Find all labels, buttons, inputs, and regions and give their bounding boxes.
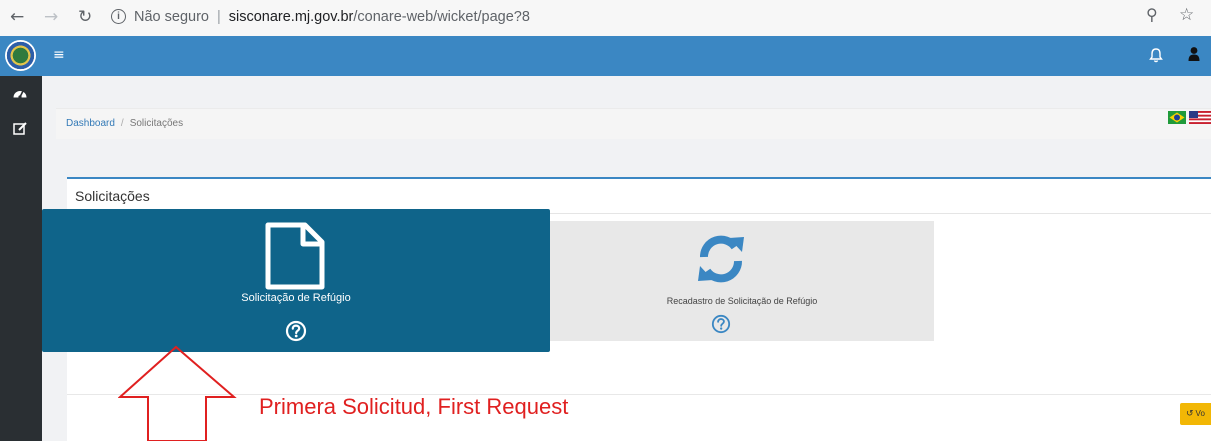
hamburger-icon[interactable]: ≡ [53,47,65,63]
breadcrumb-dashboard[interactable]: Dashboard [66,118,115,129]
back-button[interactable]: ↺ Vo [1180,403,1211,425]
tile-solicitacao-refugio[interactable]: Solicitação de Refúgio [42,209,550,352]
back-button-label: Vo [1195,409,1205,418]
sidebar [0,76,42,441]
breadcrumb-separator: / [120,118,124,129]
dashboard-icon[interactable] [12,86,28,102]
tile-label: Solicitação de Refúgio [241,292,351,304]
forward-icon[interactable]: → [44,6,58,28]
edit-icon[interactable] [12,120,28,136]
tile-label: Recadastro de Solicitação de Refúgio [666,296,818,306]
url-host: sisconare.mj.gov.br [228,9,354,25]
annotation-arrow [118,345,237,441]
breadcrumb: Dashboard / Solicitações [56,108,1211,139]
tile-recadastro-solicitacao[interactable]: Recadastro de Solicitação de Refúgio [550,221,934,341]
address-separator: | [216,9,221,25]
security-label: Não seguro [134,9,209,25]
document-icon [265,222,325,290]
question-circle-icon[interactable] [285,320,307,342]
reload-icon[interactable]: ↻ [78,6,92,28]
panel-footer-divider [67,394,1211,395]
breadcrumb-current: Solicitações [129,118,184,129]
brazil-flag-icon[interactable] [1168,111,1186,124]
back-icon[interactable]: ← [10,6,24,28]
info-icon[interactable]: i [111,8,126,24]
address-bar[interactable]: i Não seguro | sisconare.mj.gov.br/conare-w… [111,6,530,28]
usa-flag-icon[interactable] [1189,111,1211,124]
annotation-text: Primera Solicitud, First Request [259,394,569,419]
url-path: /conare-web/wicket/page?8 [353,9,530,25]
bell-icon[interactable] [1149,47,1163,63]
sync-icon [698,235,744,283]
browser-toolbar: ← → ↻ i Não seguro | sisconare.mj.gov.br/co… [0,0,1211,36]
zoom-icon[interactable]: ⚲ [1146,5,1158,24]
panel-title: Solicitações [75,188,150,204]
question-circle-icon[interactable] [711,314,731,334]
brasao-logo[interactable] [5,40,36,71]
star-icon[interactable]: ☆ [1179,5,1194,25]
undo-icon: ↺ [1186,409,1194,419]
app-header [0,36,1211,76]
user-icon[interactable] [1188,46,1200,62]
